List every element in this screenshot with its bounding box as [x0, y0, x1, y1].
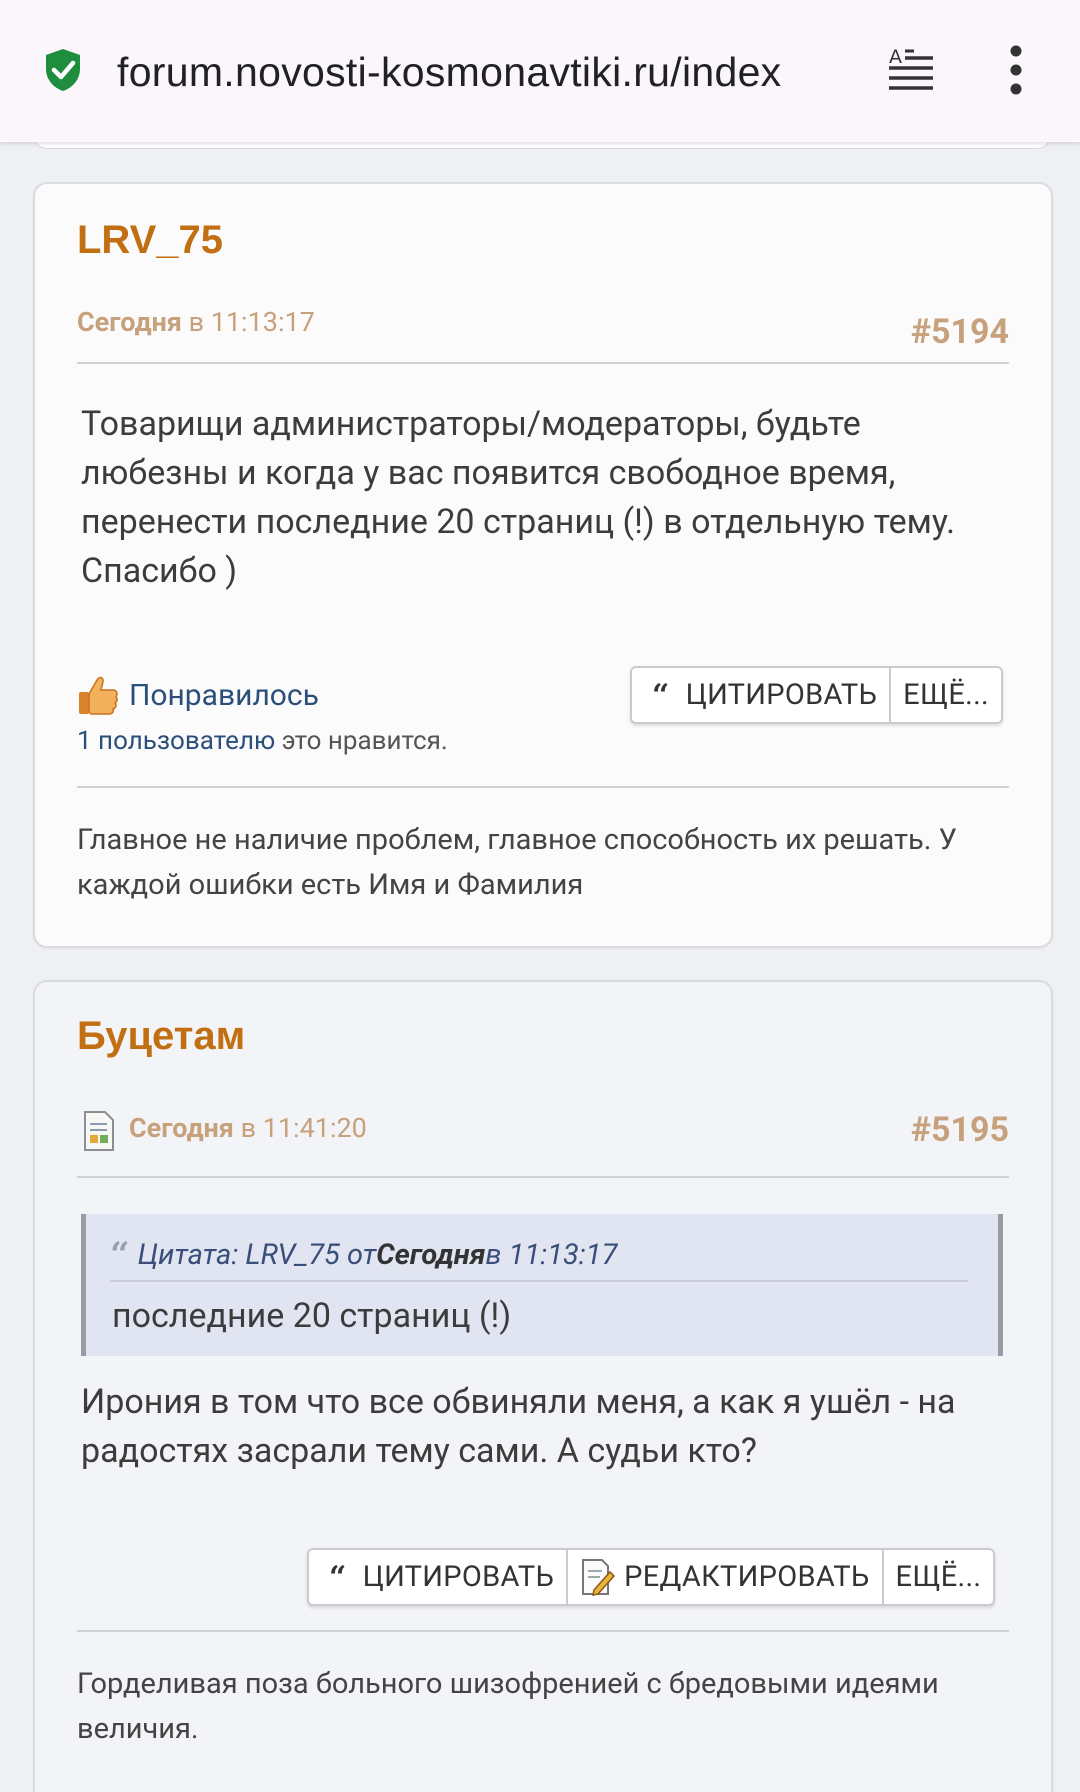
reader-mode-icon[interactable]: A — [888, 46, 934, 92]
quote-icon: “ — [329, 1559, 347, 1595]
post-number[interactable]: #5195 — [911, 1110, 1009, 1150]
quote-text: последние 20 страниц (!) — [112, 1296, 512, 1336]
like-label[interactable]: Понравилось — [129, 678, 319, 713]
shield-check-icon[interactable] — [44, 48, 82, 92]
signature-divider — [77, 1630, 1009, 1632]
quote-block: “ Цитата: LRV_75 от Сегодня в 11:13:17 п… — [81, 1214, 1003, 1356]
overflow-menu-icon[interactable] — [1002, 44, 1030, 96]
post-author[interactable]: Буцетам — [77, 1014, 245, 1059]
edit-button[interactable]: РЕДАКТИРОВАТЬ — [568, 1550, 884, 1604]
quote-day: Сегодня — [376, 1238, 486, 1272]
like-button[interactable]: Понравилось — [77, 674, 319, 716]
svg-text:A: A — [889, 46, 902, 68]
post-date-time: в 11:41:20 — [240, 1112, 367, 1144]
url-fade — [805, 44, 860, 100]
post-body: Товарищи администраторы/модераторы, будь… — [81, 404, 956, 591]
quote-button[interactable]: “ ЦИТИРОВАТЬ — [309, 1550, 569, 1604]
post-author[interactable]: LRV_75 — [77, 218, 223, 263]
thumbs-up-icon — [79, 676, 118, 715]
quote-button[interactable]: “ ЦИТИРОВАТЬ — [632, 668, 892, 722]
url-field[interactable]: forum.novosti-kosmonavtiki.ru/index — [117, 44, 855, 100]
quote-mark-icon: “ — [110, 1235, 130, 1275]
document-icon — [84, 1111, 114, 1151]
more-button-label: ЕЩЁ... — [903, 678, 989, 712]
quote-icon: “ — [652, 677, 670, 713]
browser-address-bar: forum.novosti-kosmonavtiki.ru/index A — [0, 0, 1080, 142]
post-header-divider — [77, 362, 1009, 364]
quote-source[interactable]: Цитата: LRV_75 от — [138, 1238, 377, 1272]
post-date-time: в 11:13:17 — [188, 306, 315, 338]
post-actions: “ ЦИТИРОВАТЬ РЕДАКТИРОВАТЬ ЕЩЁ... — [307, 1548, 996, 1606]
post-number[interactable]: #5194 — [911, 312, 1009, 352]
post-date: Сегодня в 11:13:17 — [77, 306, 315, 338]
post-date: Сегодня в 11:41:20 — [129, 1112, 367, 1144]
forum-post: LRV_75 Сегодня в 11:13:17 #5194 Товарищи… — [33, 182, 1053, 948]
like-count: 1 пользователю это нравится. — [77, 726, 448, 756]
post-signature: Главное не наличие проблем, главное спос… — [77, 823, 957, 902]
edit-button-label: РЕДАКТИРОВАТЬ — [624, 1560, 870, 1594]
forum-post: Буцетам Сегодня в 11:41:20 #5195 “ Цитат… — [33, 980, 1053, 1792]
signature-divider — [77, 786, 1009, 788]
quote-header: “ Цитата: LRV_75 от Сегодня в 11:13:17 — [110, 1230, 968, 1282]
like-count-text: это нравится. — [275, 726, 448, 756]
quote-button-label: ЦИТИРОВАТЬ — [685, 678, 878, 712]
more-button[interactable]: ЕЩЁ... — [884, 1550, 994, 1604]
post-date-day: Сегодня — [77, 306, 182, 338]
more-button-label: ЕЩЁ... — [895, 1560, 982, 1594]
edit-icon — [582, 1559, 616, 1596]
post-header-divider — [77, 1176, 1009, 1178]
post-body: Ирония в том что все обвиняли меня, а ка… — [81, 1382, 956, 1471]
like-count-link[interactable]: 1 пользователю — [77, 726, 275, 756]
quote-button-label: ЦИТИРОВАТЬ — [362, 1560, 555, 1594]
post-actions: “ ЦИТИРОВАТЬ ЕЩЁ... — [630, 666, 1003, 724]
more-button[interactable]: ЕЩЁ... — [891, 668, 1001, 722]
post-date-day: Сегодня — [129, 1112, 234, 1144]
post-signature: Горделивая поза больного шизофренией с б… — [77, 1667, 939, 1746]
quote-time: в 11:13:17 — [485, 1238, 618, 1272]
